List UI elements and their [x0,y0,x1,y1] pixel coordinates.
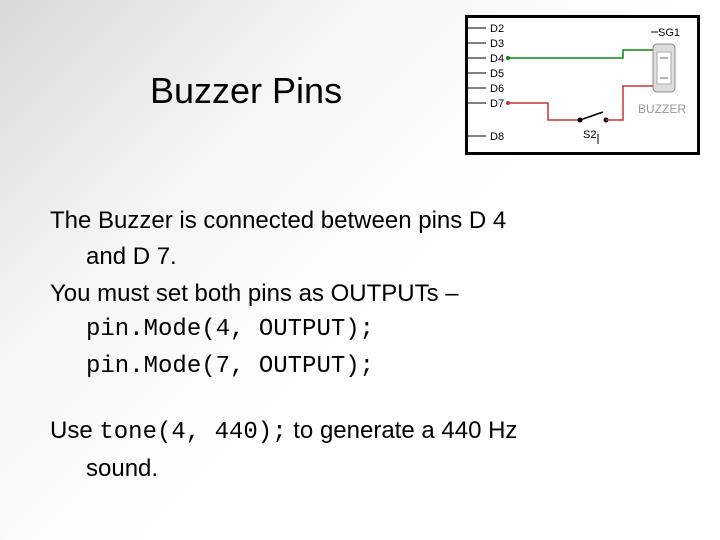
paragraph-line: Use tone(4, 440); to generate a 440 Hz [50,415,670,449]
page-title: Buzzer Pins [150,70,342,112]
code-line: pin.Mode(7, OUTPUT); [50,351,670,383]
paragraph-line: sound. [50,453,670,485]
paragraph-line: and D 7. [50,241,670,273]
code-line: pin.Mode(4, OUTPUT); [50,314,670,346]
pin-label: D6 [490,83,504,95]
buzzer-label: BUZZER [638,102,686,116]
text-run: Use [50,417,99,444]
text-run: to generate a 440 Hz [287,417,518,444]
pin-label: D4 [490,53,504,65]
body-content: The Buzzer is connected between pins D 4… [50,205,670,490]
pin-label: D2 [490,23,504,35]
pin-label: D7 [490,98,504,110]
pin-label: D3 [490,38,504,50]
paragraph-line: The Buzzer is connected between pins D 4 [50,205,670,237]
pin-label: D5 [490,68,504,80]
pin-label: D8 [490,131,504,143]
schematic-diagram: D2 D3 D4 D5 D6 D7 D8 SG1 [465,15,700,155]
code-inline: tone(4, 440); [99,419,286,446]
switch-label: S2 [583,129,596,141]
paragraph-line: You must set both pins as OUTPUTs – [50,278,670,310]
sg-label: SG1 [658,27,680,39]
